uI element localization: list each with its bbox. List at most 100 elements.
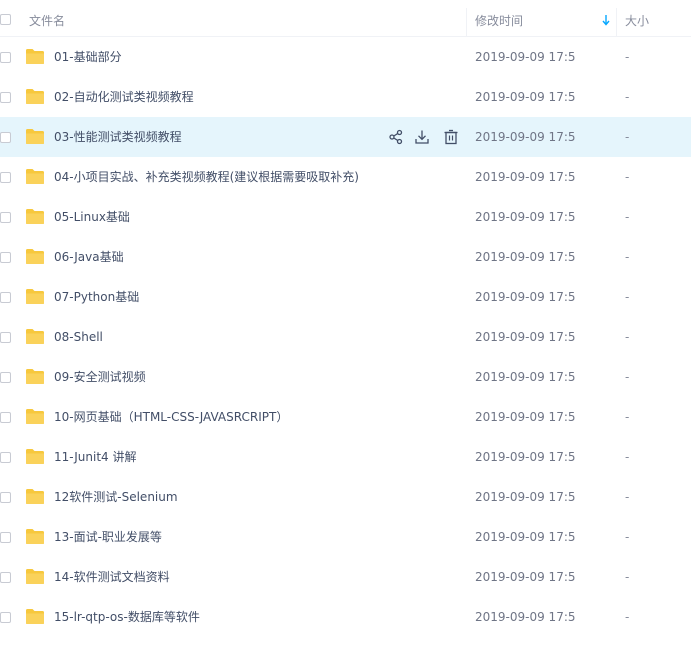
folder-icon[interactable] bbox=[25, 448, 45, 465]
file-row[interactable]: 08-Shell 2019-09-09 17:55 - bbox=[0, 317, 691, 357]
modified-time: 2019-09-09 17:55 bbox=[475, 50, 575, 64]
folder-icon[interactable] bbox=[25, 128, 45, 145]
file-row[interactable]: 07-Python基础 2019-09-09 17:55 - bbox=[0, 277, 691, 317]
modified-time: 2019-09-09 17:55 bbox=[475, 610, 575, 624]
modified-time: 2019-09-09 17:55 bbox=[475, 410, 575, 424]
file-name[interactable]: 01-基础部分 bbox=[54, 37, 122, 77]
file-name[interactable]: 02-自动化测试类视频教程 bbox=[54, 77, 194, 117]
delete-icon[interactable] bbox=[443, 129, 459, 145]
file-name[interactable]: 11-Junit4 讲解 bbox=[54, 437, 137, 477]
folder-icon[interactable] bbox=[25, 408, 45, 425]
file-row[interactable]: 09-安全测试视频 2019-09-09 17:55 - bbox=[0, 357, 691, 397]
folder-icon[interactable] bbox=[25, 368, 45, 385]
row-checkbox[interactable] bbox=[0, 292, 11, 303]
file-name[interactable]: 15-lr-qtp-os-数据库等软件 bbox=[54, 597, 200, 637]
file-size: - bbox=[625, 330, 630, 344]
row-checkbox[interactable] bbox=[0, 332, 11, 343]
row-checkbox[interactable] bbox=[0, 492, 11, 503]
column-header-time[interactable]: 修改时间 bbox=[475, 0, 523, 36]
file-row[interactable]: 10-网页基础（HTML-CSS-JAVASRCRIPT） 2019-09-09 … bbox=[0, 397, 691, 437]
column-divider[interactable] bbox=[466, 8, 467, 36]
share-icon[interactable] bbox=[388, 129, 404, 145]
modified-time: 2019-09-09 17:55 bbox=[475, 170, 575, 184]
file-name[interactable]: 03-性能测试类视频教程 bbox=[54, 117, 182, 157]
folder-icon[interactable] bbox=[25, 568, 45, 585]
modified-time: 2019-09-09 17:55 bbox=[475, 130, 575, 144]
file-size: - bbox=[625, 170, 630, 184]
file-size: - bbox=[625, 210, 630, 224]
file-size: - bbox=[625, 50, 630, 64]
select-all-checkbox[interactable] bbox=[0, 14, 11, 25]
file-size: - bbox=[625, 410, 630, 424]
row-checkbox[interactable] bbox=[0, 572, 11, 583]
row-checkbox[interactable] bbox=[0, 212, 11, 223]
file-size: - bbox=[625, 530, 630, 544]
file-list-header: 文件名 修改时间 大小 bbox=[0, 0, 691, 37]
file-row[interactable]: 04-小项目实战、补充类视频教程(建议根据需要吸取补充) 2019-09-09 1… bbox=[0, 157, 691, 197]
file-row[interactable]: 11-Junit4 讲解 2019-09-09 17:55 - bbox=[0, 437, 691, 477]
folder-icon[interactable] bbox=[25, 208, 45, 225]
file-list: 文件名 修改时间 大小 01-基础部分 2019-09-09 17:55-02-自… bbox=[0, 0, 691, 658]
file-row[interactable]: 01-基础部分 2019-09-09 17:55 - bbox=[0, 37, 691, 77]
modified-time: 2019-09-09 17:55 bbox=[475, 210, 575, 224]
row-checkbox[interactable] bbox=[0, 52, 11, 63]
file-name[interactable]: 14-软件测试文档资料 bbox=[54, 557, 170, 597]
file-name[interactable]: 13-面试-职业发展等 bbox=[54, 517, 162, 557]
column-header-name[interactable]: 文件名 bbox=[29, 0, 65, 36]
folder-icon[interactable] bbox=[25, 48, 45, 65]
file-row[interactable]: 14-软件测试文档资料 2019-09-09 17:55 - bbox=[0, 557, 691, 597]
modified-time: 2019-09-09 17:55 bbox=[475, 250, 575, 264]
file-name[interactable]: 06-Java基础 bbox=[54, 237, 124, 277]
file-row[interactable]: 13-面试-职业发展等 2019-09-09 17:55 - bbox=[0, 517, 691, 557]
folder-icon[interactable] bbox=[25, 488, 45, 505]
row-checkbox[interactable] bbox=[0, 372, 11, 383]
folder-icon[interactable] bbox=[25, 528, 45, 545]
modified-time: 2019-09-09 17:55 bbox=[475, 570, 575, 584]
file-row[interactable]: 06-Java基础 2019-09-09 17:55 - bbox=[0, 237, 691, 277]
file-row[interactable]: 05-Linux基础 2019-09-09 17:55 - bbox=[0, 197, 691, 237]
file-name[interactable]: 09-安全测试视频 bbox=[54, 357, 146, 397]
folder-icon[interactable] bbox=[25, 288, 45, 305]
folder-icon[interactable] bbox=[25, 328, 45, 345]
row-checkbox[interactable] bbox=[0, 172, 11, 183]
file-name[interactable]: 07-Python基础 bbox=[54, 277, 139, 317]
row-checkbox[interactable] bbox=[0, 452, 11, 463]
modified-time: 2019-09-09 17:55 bbox=[475, 330, 575, 344]
file-name[interactable]: 05-Linux基础 bbox=[54, 197, 130, 237]
row-checkbox[interactable] bbox=[0, 532, 11, 543]
file-row[interactable]: 02-自动化测试类视频教程 2019-09-09 17:55 - bbox=[0, 77, 691, 117]
folder-icon[interactable] bbox=[25, 168, 45, 185]
file-size: - bbox=[625, 130, 630, 144]
row-checkbox[interactable] bbox=[0, 132, 11, 143]
row-checkbox[interactable] bbox=[0, 92, 11, 103]
folder-icon[interactable] bbox=[25, 248, 45, 265]
modified-time: 2019-09-09 17:55 bbox=[475, 490, 575, 504]
file-name[interactable]: 12软件测试-Selenium bbox=[54, 477, 178, 517]
sort-descending-icon[interactable] bbox=[601, 13, 611, 27]
file-size: - bbox=[625, 250, 630, 264]
modified-time: 2019-09-09 17:55 bbox=[475, 530, 575, 544]
file-size: - bbox=[625, 450, 630, 464]
modified-time: 2019-09-09 17:55 bbox=[475, 290, 575, 304]
file-row[interactable]: 12软件测试-Selenium 2019-09-09 17:55 - bbox=[0, 477, 691, 517]
column-header-size[interactable]: 大小 bbox=[625, 0, 649, 36]
file-name[interactable]: 08-Shell bbox=[54, 317, 103, 357]
row-checkbox[interactable] bbox=[0, 252, 11, 263]
file-size: - bbox=[625, 490, 630, 504]
file-size: - bbox=[625, 370, 630, 384]
modified-time: 2019-09-09 17:55 bbox=[475, 90, 575, 104]
file-name[interactable]: 10-网页基础（HTML-CSS-JAVASRCRIPT） bbox=[54, 397, 288, 437]
row-checkbox[interactable] bbox=[0, 412, 11, 423]
file-row[interactable]: 15-lr-qtp-os-数据库等软件 2019-09-09 17:55 - bbox=[0, 597, 691, 637]
file-row[interactable]: 03-性能测试类视频教程 2019-09-09 17:55 - bbox=[0, 117, 691, 157]
file-size: - bbox=[625, 290, 630, 304]
modified-time: 2019-09-09 17:55 bbox=[475, 450, 575, 464]
file-size: - bbox=[625, 90, 630, 104]
row-checkbox[interactable] bbox=[0, 612, 11, 623]
folder-icon[interactable] bbox=[25, 608, 45, 625]
file-name[interactable]: 04-小项目实战、补充类视频教程(建议根据需要吸取补充) bbox=[54, 157, 359, 197]
folder-icon[interactable] bbox=[25, 88, 45, 105]
modified-time: 2019-09-09 17:55 bbox=[475, 370, 575, 384]
column-divider[interactable] bbox=[616, 8, 617, 36]
download-icon[interactable] bbox=[414, 129, 430, 145]
